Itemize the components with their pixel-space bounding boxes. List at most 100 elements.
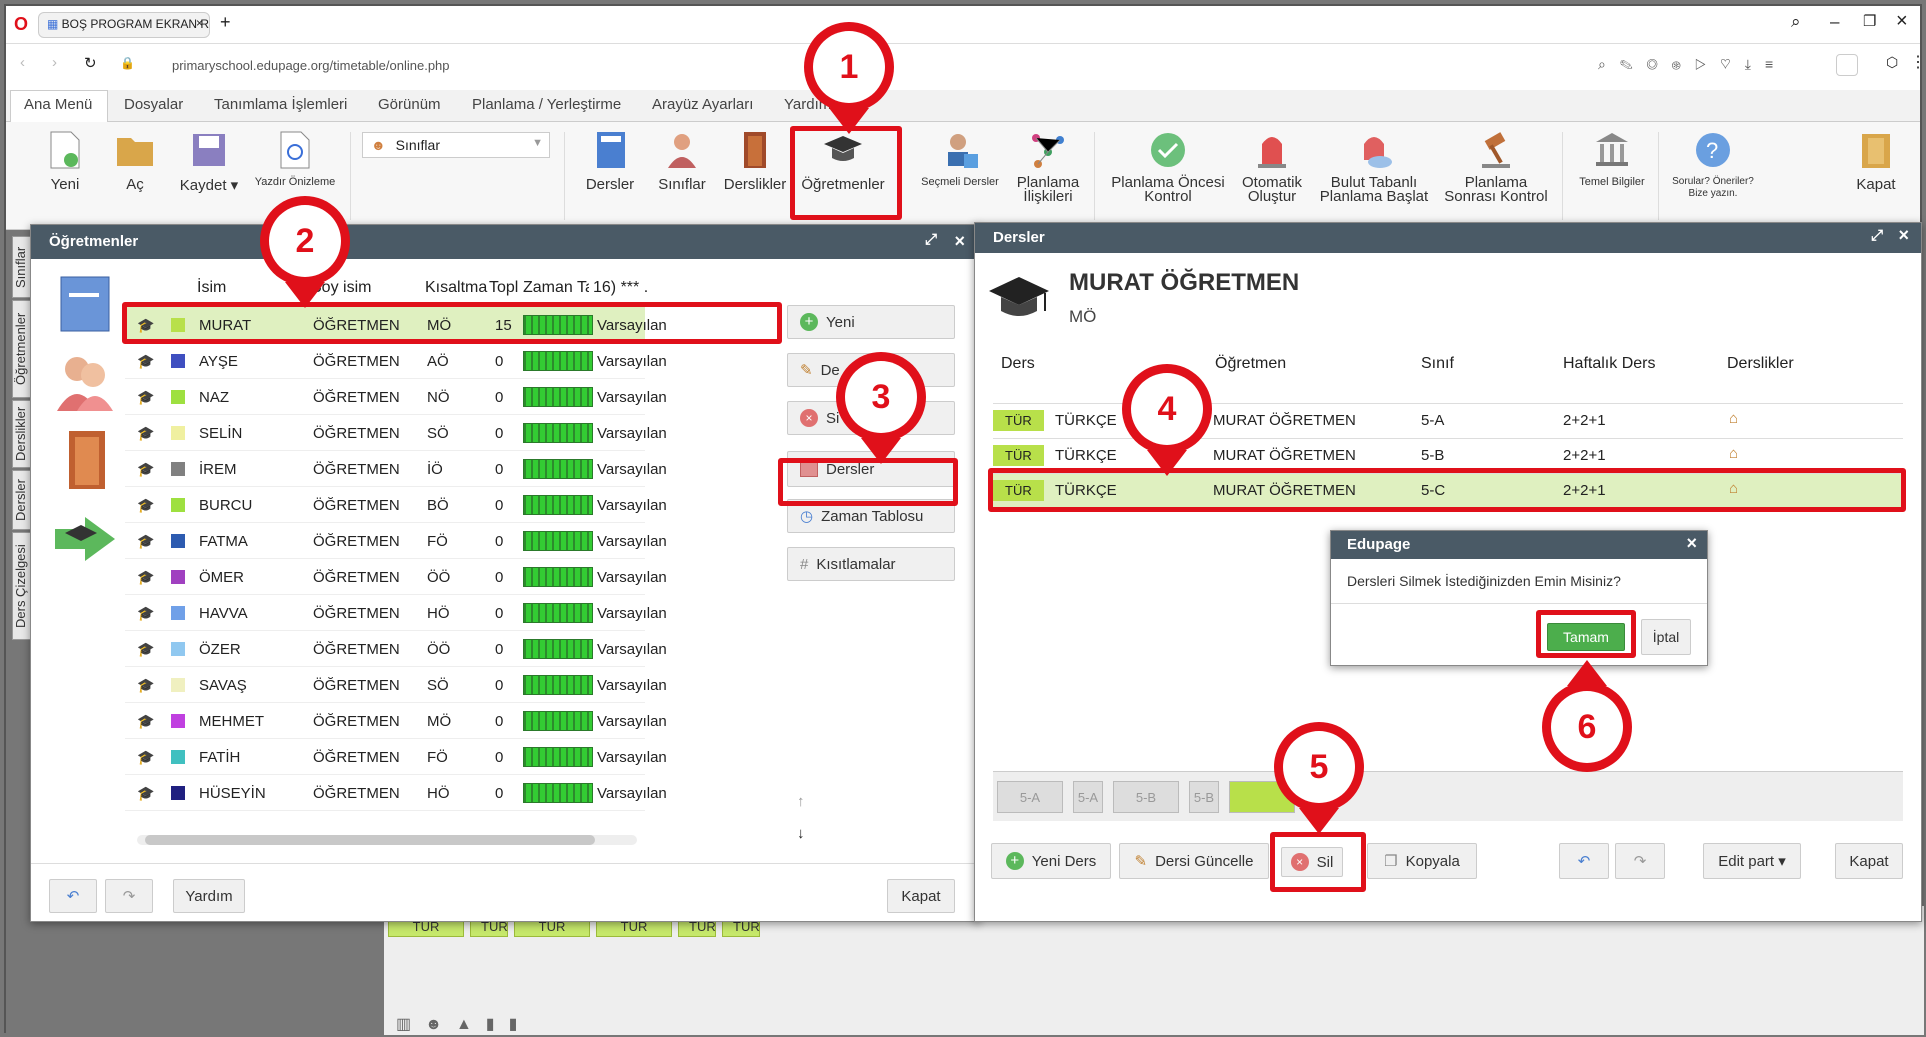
teachers-panel-title: Öğretmenler (49, 233, 139, 250)
redo-button[interactable]: ↷ (1615, 843, 1665, 879)
col-16[interactable]: 16) *** . (593, 279, 648, 297)
basic-info-button[interactable]: Temel Bilgiler (1572, 130, 1652, 188)
undo-button[interactable]: ↶ (1559, 843, 1609, 879)
col-zaman[interactable]: Zaman Tab (523, 279, 589, 297)
url-field[interactable]: primaryschool.edupage.org/timetable/onli… (172, 58, 450, 73)
back-icon[interactable]: ‹ (20, 54, 25, 71)
classes-button[interactable]: Sınıflar (650, 130, 714, 193)
new-teacher-button[interactable]: + Yeni (787, 305, 955, 339)
search-icon[interactable]: ⌕ (1791, 12, 1801, 32)
timetable-grid-icon (523, 387, 593, 407)
teacher-total: 0 (495, 785, 504, 802)
table-row[interactable]: 🎓 MEHMET ÖĞRETMEN MÖ 0 Varsayılan (125, 703, 667, 739)
teacher-name: İREM (199, 461, 237, 478)
teachers-panel-header: Öğretmenler ⤢ × (31, 225, 979, 259)
menu-ana-menu[interactable]: Ana Menü (24, 96, 92, 113)
profile-icon[interactable] (1836, 54, 1858, 76)
col-toplam[interactable]: Topl (489, 279, 518, 297)
new-lesson-button[interactable]: + Yeni Ders (991, 843, 1111, 879)
class-chip[interactable]: 5-A (997, 781, 1063, 813)
close-icon[interactable]: × (1898, 225, 1909, 246)
table-row[interactable]: 🎓 HAVVA ÖĞRETMEN HÖ 0 Varsayılan (125, 595, 667, 631)
reload-icon[interactable]: ↻ (84, 54, 97, 72)
teacher-surname: ÖĞRETMEN (313, 641, 400, 658)
cloud-siren-icon (1364, 137, 1392, 168)
new-label: Yeni (50, 176, 80, 193)
col-haftalik[interactable]: Haftalık Ders (1563, 355, 1655, 373)
close-lessons-button[interactable]: Kapat (1835, 843, 1903, 879)
col-sinif[interactable]: Sınıf (1421, 355, 1454, 373)
new-tab-icon[interactable]: + (220, 12, 231, 33)
opera-logo-icon[interactable]: O (14, 14, 28, 35)
tab-favicon-icon: ▦ (47, 17, 62, 31)
new-button[interactable]: Yeni (40, 130, 90, 193)
class-chip[interactable]: 5-B (1113, 781, 1179, 813)
print-preview-button[interactable]: Yazdır Önizleme (252, 130, 338, 188)
class-chip[interactable]: 5-A (1073, 781, 1103, 813)
table-row[interactable]: 🎓 NAZ ÖĞRETMEN NÖ 0 Varsayılan (125, 379, 667, 415)
redo-button[interactable]: ↷ (105, 879, 153, 913)
close-app-button[interactable]: Kapat (1846, 130, 1906, 193)
teacher-surname: ÖĞRETMEN (313, 497, 400, 514)
maximize-icon[interactable]: ⤢ (925, 231, 937, 248)
scroll-down-icon[interactable]: ↓ (797, 825, 805, 842)
menu-gorunum[interactable]: Görünüm (378, 96, 441, 113)
electives-button[interactable]: Seçmeli Dersler (910, 130, 1010, 188)
table-row[interactable]: 🎓 İREM ÖĞRETMEN İÖ 0 Varsayılan (125, 451, 667, 487)
pre-check-button[interactable]: Planlama Öncesi Kontrol (1106, 130, 1230, 204)
col-ders[interactable]: Ders (1001, 355, 1035, 373)
col-isim[interactable]: İsim (197, 279, 226, 297)
lessons-button[interactable]: Dersler (580, 130, 640, 193)
menu-icon[interactable]: ⋮ (1910, 52, 1926, 72)
table-row[interactable]: 🎓 ÖMER ÖĞRETMEN ÖÖ 0 Varsayılan (125, 559, 667, 595)
menu-dosyalar[interactable]: Dosyalar (124, 96, 183, 113)
table-row[interactable]: 🎓 SELİN ÖĞRETMEN SÖ 0 Varsayılan (125, 415, 667, 451)
table-row[interactable]: 🎓 FATMA ÖĞRETMEN FÖ 0 Varsayılan (125, 523, 667, 559)
restore-icon[interactable]: ❐ (1863, 12, 1876, 30)
constraints-button[interactable]: # Kısıtlamalar (787, 547, 955, 581)
new-teacher-label: Yeni (826, 313, 855, 331)
maximize-icon[interactable]: ⤢ (1871, 227, 1883, 244)
confirm-cancel-button[interactable]: İptal (1641, 619, 1691, 655)
class-chip[interactable]: 5-B (1189, 781, 1219, 813)
minimize-icon[interactable]: – (1830, 12, 1839, 32)
post-check-button[interactable]: Planlama Sonrası Kontrol (1438, 130, 1554, 204)
extensions-icon[interactable]: ⬡ (1886, 54, 1898, 71)
table-row[interactable]: 🎓 AYŞE ÖĞRETMEN AÖ 0 Varsayılan (125, 343, 667, 379)
table-row[interactable]: 🎓 HÜSEYİN ÖĞRETMEN HÖ 0 Varsayılan (125, 775, 667, 811)
browser-tab[interactable]: ▦ BOŞ PROGRAM EKRAN RE (38, 12, 210, 38)
copy-lesson-button[interactable]: ❐ Kopyala (1367, 843, 1477, 879)
help-button[interactable]: Yardım (173, 879, 245, 913)
scroll-up-icon[interactable]: ↑ (797, 793, 805, 810)
table-row[interactable]: 🎓 ÖZER ÖĞRETMEN ÖÖ 0 Varsayılan (125, 631, 667, 667)
auto-generate-button[interactable]: Otomatik Oluştur (1232, 130, 1312, 204)
cloud-planning-button[interactable]: Bulut Tabanlı Planlama Başlat (1316, 130, 1432, 204)
table-horizontal-scrollbar[interactable] (137, 835, 637, 845)
table-row[interactable]: 🎓 SAVAŞ ÖĞRETMEN SÖ 0 Varsayılan (125, 667, 667, 703)
menu-tanimlama[interactable]: Tanımlama İşlemleri (214, 96, 347, 113)
menu-arayuz[interactable]: Arayüz Ayarları (652, 96, 753, 113)
update-lesson-button[interactable]: ✎ Dersi Güncelle (1119, 843, 1269, 879)
undo-button[interactable]: ↶ (49, 879, 97, 913)
close-panel-button[interactable]: Kapat (887, 879, 955, 913)
col-kisaltma[interactable]: Kısaltma (425, 279, 487, 297)
table-row[interactable]: 🎓 BURCU ÖĞRETMEN BÖ 0 Varsayılan (125, 487, 667, 523)
save-button[interactable]: Kaydet ▾ (174, 130, 244, 194)
tab-close-icon[interactable]: × (196, 16, 203, 30)
close-icon[interactable]: × (954, 231, 965, 252)
feedback-button[interactable]: ? Sorular? Öneriler? Bize yazın. (1666, 130, 1760, 200)
close-window-icon[interactable]: × (1896, 10, 1908, 33)
close-icon[interactable]: × (1686, 533, 1697, 554)
menu-planlama[interactable]: Planlama / Yerleştirme (472, 96, 621, 113)
forward-icon[interactable]: › (52, 54, 57, 71)
lock-icon: 🔒 (120, 56, 135, 70)
teacher-name: BURCU (199, 497, 253, 514)
view-select[interactable]: ☻ Sınıflar ▼ (362, 132, 550, 158)
edit-part-button[interactable]: Edit part ▾ (1703, 843, 1801, 879)
col-ogretmen[interactable]: Öğretmen (1215, 355, 1286, 373)
open-button[interactable]: Aç (110, 130, 160, 193)
classrooms-button[interactable]: Derslikler (720, 130, 790, 193)
col-derslikler[interactable]: Derslikler (1727, 355, 1794, 373)
table-row[interactable]: 🎓 FATİH ÖĞRETMEN FÖ 0 Varsayılan (125, 739, 667, 775)
relations-button[interactable]: Planlama İlişkileri (1010, 130, 1086, 204)
